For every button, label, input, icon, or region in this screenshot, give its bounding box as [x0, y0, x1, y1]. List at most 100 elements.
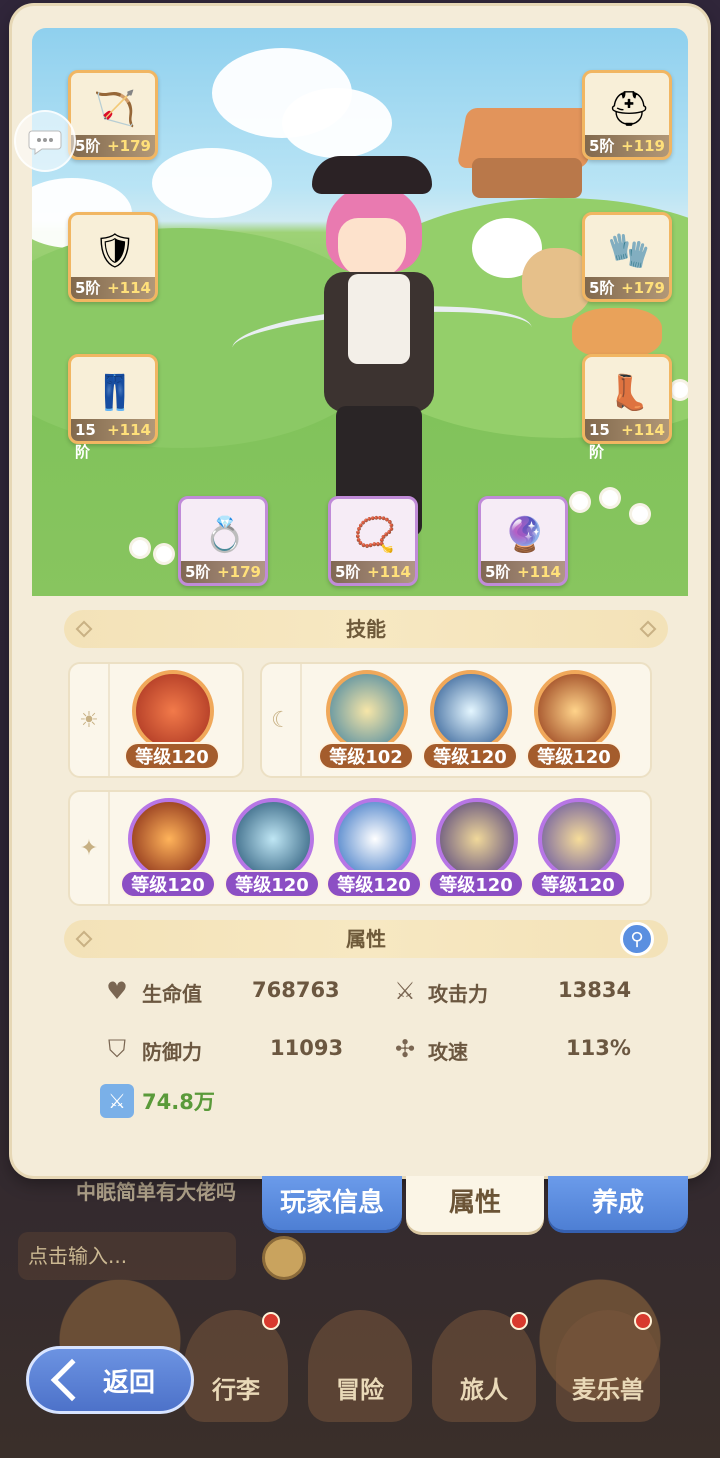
flower [156, 546, 172, 562]
nav-label: 旅人 [460, 1376, 508, 1404]
emoji-icon[interactable] [262, 1236, 306, 1280]
notification-dot [262, 1312, 280, 1330]
tier-label: 5阶 [485, 563, 511, 581]
crossed-swords-icon: ⚔ [394, 977, 416, 1005]
tab-player-info[interactable]: 玩家信息 [262, 1176, 402, 1230]
equip-slot-boots[interactable]: 👢 15阶 +114 [582, 354, 672, 461]
equip-slot-helmet[interactable]: ⛑ 5阶 +119 [582, 70, 672, 160]
nav-label: 麦乐兽 [572, 1376, 644, 1404]
skill-level: 等级120 [428, 870, 524, 898]
bow-icon: 🏹 [93, 89, 137, 129]
flower [602, 490, 618, 506]
equip-slot-pants[interactable]: 👖 15阶 +114 [68, 354, 158, 461]
flower [672, 382, 688, 398]
moon-icon: ☾ [262, 664, 302, 776]
pants-icon: 👖 [93, 373, 137, 413]
beast-skill-icon [538, 798, 620, 880]
cloud [282, 88, 392, 158]
tier-label: 5阶 [589, 137, 615, 155]
equip-slot-bracer[interactable]: 🧤 5阶 +179 [582, 212, 672, 302]
skills-title: 技能 [346, 617, 386, 641]
plus-label: +119 [621, 137, 665, 155]
target-skill-icon [326, 670, 408, 752]
equip-slot-charm[interactable]: 🔮 5阶 +114 [478, 496, 568, 586]
tier-label: 5阶 [589, 279, 615, 297]
plus-label: +114 [517, 563, 561, 581]
nav-pet[interactable]: 麦乐兽 [556, 1310, 660, 1422]
plus-label: +114 [107, 279, 151, 297]
skill-box-talent: ✦ 等级120 等级120 等级120 等级120 等级120 [68, 790, 652, 906]
skill-slot[interactable]: 等级120 [124, 670, 220, 776]
tier-label: 5阶 [185, 563, 211, 581]
nav-label: 冒险 [336, 1376, 384, 1404]
spd-label: 攻速 [428, 1040, 468, 1064]
chat-input[interactable]: 点击输入... [18, 1232, 236, 1280]
skill-slot[interactable]: 等级102 [318, 670, 414, 776]
attributes-title: 属性 [346, 927, 386, 951]
fire-arrow-skill-icon [128, 798, 210, 880]
skill-level: 等级120 [124, 742, 220, 770]
chat-bubble-icon[interactable] [14, 110, 76, 172]
equip-slot-armor[interactable]: 🛡 5阶 +114 [68, 212, 158, 302]
skill-slot[interactable]: 等级120 [428, 798, 524, 904]
sun-icon: ☀ [70, 664, 110, 776]
player-character [302, 156, 462, 546]
boots-icon: 👢 [607, 373, 651, 413]
combat-power-icon: ⚔ [100, 1084, 134, 1118]
skill-level: 等级120 [530, 870, 626, 898]
chat-message: 中眠简单有大佬吗 [76, 1180, 236, 1204]
armor-icon: 🛡 [93, 231, 137, 271]
skill-level: 等级120 [422, 742, 518, 770]
flower [132, 540, 148, 556]
helmet-icon: ⛑ [607, 89, 651, 129]
hp-label: 生命值 [142, 982, 202, 1006]
plus-label: +114 [367, 563, 411, 581]
back-button[interactable]: 返回 [26, 1346, 194, 1414]
character-scene: 🏹 5阶 +179 ⛑ 5阶 +119 🛡 5阶 +114 🧤 5阶 +179 👖 15… [32, 28, 688, 596]
tier-label: 15阶 [589, 421, 610, 461]
hp-value: 768763 [252, 978, 340, 1002]
nav-luggage[interactable]: 行李 [184, 1310, 288, 1422]
ring-icon: 💍 [203, 515, 247, 555]
tier-label: 5阶 [335, 563, 361, 581]
notification-dot [634, 1312, 652, 1330]
cloud [152, 148, 272, 218]
shield-icon: ⛉ [108, 1035, 126, 1063]
skill-slot[interactable]: 等级120 [530, 798, 626, 904]
quiver-skill-icon [436, 798, 518, 880]
bracer-icon: 🧤 [607, 231, 651, 271]
skill-slot[interactable]: 等级120 [120, 798, 216, 904]
tier-label: 15阶 [75, 421, 96, 461]
skill-level: 等级120 [224, 870, 320, 898]
equip-slot-bow[interactable]: 🏹 5阶 +179 [68, 70, 158, 160]
multi-arrow-skill-icon [232, 798, 314, 880]
attributes-header: 属性 [64, 920, 668, 958]
combat-power-value: 74.8万 [142, 1090, 215, 1114]
tier-label: 5阶 [75, 279, 101, 297]
search-icon[interactable]: ⚲ [620, 922, 654, 956]
tab-attributes[interactable]: 属性 [406, 1176, 544, 1232]
skill-slot[interactable]: 等级120 [526, 670, 622, 776]
def-label: 防御力 [142, 1040, 202, 1064]
flower [572, 494, 588, 510]
fox-pet [572, 308, 662, 358]
tab-cultivate[interactable]: 养成 [548, 1176, 688, 1230]
necklace-icon: 📿 [353, 515, 397, 555]
skill-slot[interactable]: 等级120 [224, 798, 320, 904]
equip-slot-ring[interactable]: 💍 5阶 +179 [178, 496, 268, 586]
skill-box-active: ☾ 等级102 等级120 等级120 [260, 662, 652, 778]
plus-label: +179 [217, 563, 261, 581]
plus-label: +114 [621, 421, 665, 439]
dash-skill-icon [430, 670, 512, 752]
skill-slot[interactable]: 等级120 [326, 798, 422, 904]
tier-label: 5阶 [75, 137, 101, 155]
nav-adventure[interactable]: 冒险 [308, 1310, 412, 1422]
skill-slot[interactable]: 等级120 [422, 670, 518, 776]
nav-traveler[interactable]: 旅人 [432, 1310, 536, 1422]
nav-label: 行李 [212, 1376, 260, 1404]
burst-skill-icon [534, 670, 616, 752]
equip-slot-necklace[interactable]: 📿 5阶 +114 [328, 496, 418, 586]
skill-level: 等级120 [326, 870, 422, 898]
back-label: 返回 [103, 1367, 156, 1398]
atk-value: 13834 [558, 978, 632, 1002]
